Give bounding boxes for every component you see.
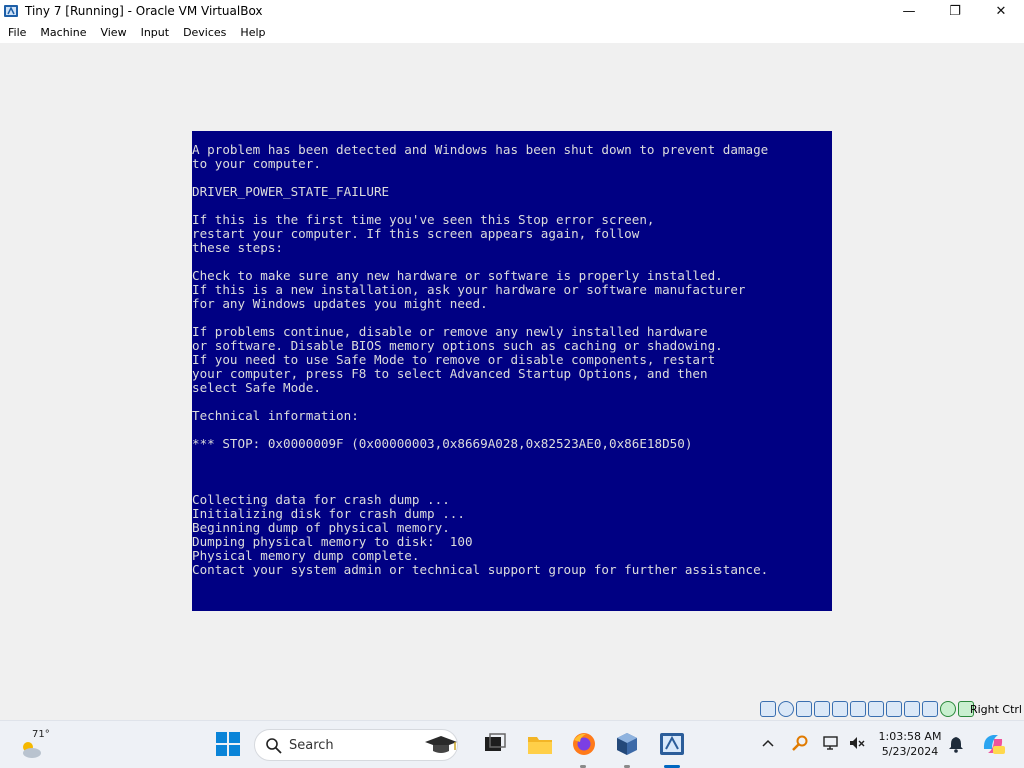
menu-bar: File Machine View Input Devices Help [0, 22, 1024, 43]
menu-machine[interactable]: Machine [36, 26, 92, 39]
task-view-button[interactable] [482, 731, 508, 757]
virtualbox-cube-icon [617, 733, 637, 755]
network-status-button[interactable] [822, 734, 840, 752]
clock-date: 5/23/2024 [881, 745, 939, 758]
windows-taskbar: 71° Search 1:03:58 AM 5/23/2024 [0, 720, 1024, 768]
key-search-icon [792, 735, 808, 751]
weather-widget[interactable]: 71° [18, 729, 58, 761]
bsod-message: A problem has been detected and Windows … [192, 142, 769, 577]
search-highlight-graduation-cap-icon [425, 736, 457, 753]
usb-icon[interactable] [832, 701, 848, 717]
optical-drive-icon[interactable] [778, 701, 794, 717]
taskbar-search-box[interactable]: Search [254, 729, 458, 761]
copilot-icon [983, 735, 1005, 754]
menu-file[interactable]: File [4, 26, 32, 39]
windows-logo-icon [216, 732, 240, 756]
hard-disk-icon[interactable] [760, 701, 776, 717]
vm-window-button[interactable] [659, 731, 685, 757]
menu-view[interactable]: View [96, 26, 132, 39]
maximize-button[interactable]: ❐ [932, 0, 978, 22]
network-icon[interactable] [814, 701, 830, 717]
window-title: Tiny 7 [Running] - Oracle VM VirtualBox [25, 4, 263, 18]
audio-icon[interactable] [796, 701, 812, 717]
bell-icon [949, 737, 963, 753]
window-title-bar[interactable]: Tiny 7 [Running] - Oracle VM VirtualBox … [0, 0, 1024, 22]
vm-display-area[interactable]: A problem has been detected and Windows … [0, 43, 1024, 699]
network-monitor-icon [823, 736, 838, 750]
clock[interactable]: 1:03:58 AM 5/23/2024 [872, 729, 948, 759]
chevron-up-icon [762, 739, 774, 747]
virtualbox-manager-button[interactable] [614, 731, 640, 757]
host-key-label[interactable]: Right Ctrl [970, 703, 1022, 716]
shared-folders-icon[interactable] [850, 701, 866, 717]
search-placeholder: Search [289, 738, 334, 753]
file-explorer-button[interactable] [527, 731, 553, 757]
show-hidden-icons-button[interactable] [760, 735, 776, 751]
recording-icon[interactable] [904, 701, 920, 717]
vm-window-icon [660, 733, 684, 755]
copilot-button[interactable] [980, 731, 1006, 757]
clock-time: 1:03:58 AM [878, 730, 942, 743]
tray-app-button[interactable] [791, 734, 809, 752]
menu-devices[interactable]: Devices [179, 26, 232, 39]
video-capture-icon[interactable] [886, 701, 902, 717]
display-icon[interactable] [868, 701, 884, 717]
volume-button[interactable] [848, 734, 866, 752]
search-icon [266, 738, 282, 754]
vm-status-bar: Right Ctrl [0, 699, 1024, 720]
cpu-icon[interactable] [922, 701, 938, 717]
firefox-button[interactable] [571, 731, 597, 757]
guest-screen-bsod[interactable]: A problem has been detected and Windows … [192, 131, 832, 611]
folder-icon [528, 737, 552, 754]
weather-icon [23, 742, 41, 758]
virtualbox-app-icon [3, 3, 19, 19]
firefox-icon [573, 733, 595, 755]
notifications-button[interactable] [948, 735, 964, 753]
menu-help[interactable]: Help [236, 26, 271, 39]
minimize-button[interactable]: — [886, 0, 932, 22]
guest-additions-icon[interactable] [940, 701, 956, 717]
task-view-icon [485, 733, 506, 751]
menu-input[interactable]: Input [137, 26, 175, 39]
close-button[interactable]: ✕ [978, 0, 1024, 22]
speaker-muted-icon [850, 737, 865, 749]
weather-temperature: 71° [32, 729, 50, 740]
start-button[interactable] [215, 731, 241, 757]
